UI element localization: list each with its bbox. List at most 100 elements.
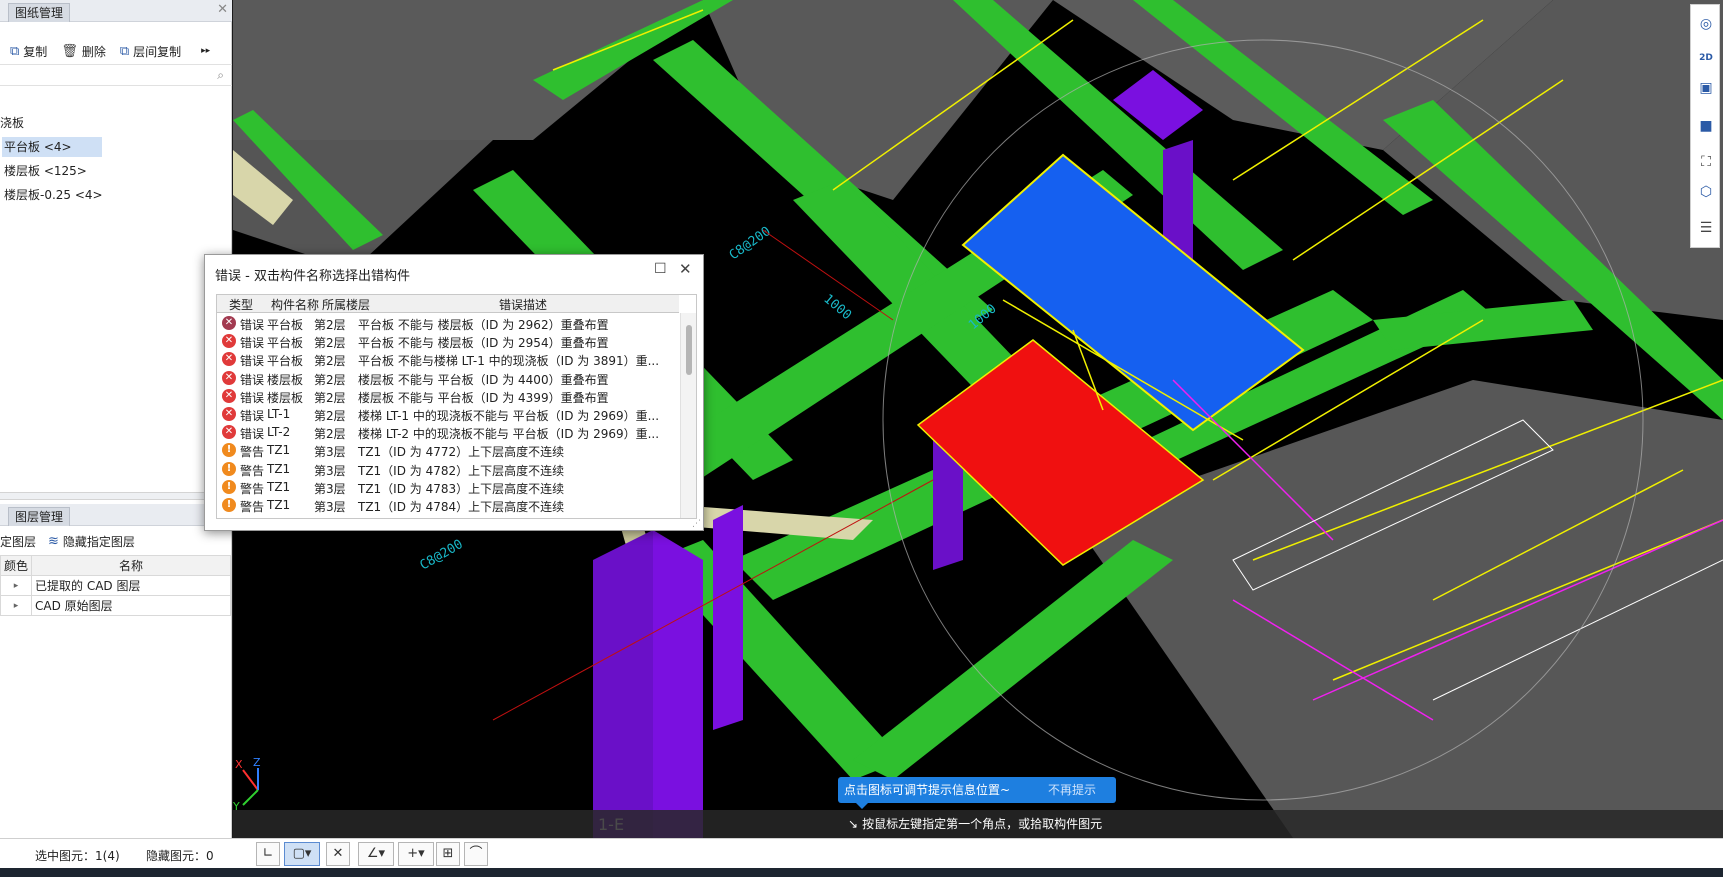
component-display-icon[interactable]: ⬡ bbox=[1695, 181, 1717, 203]
scrollbar-thumb[interactable] bbox=[686, 325, 692, 375]
copy-label: 复制 bbox=[23, 44, 48, 59]
layer-table: 颜色 名称 ▸ 已提取的 CAD 图层 ▸ CAD 原始图层 bbox=[0, 555, 231, 616]
error-icon: ✕ bbox=[222, 388, 236, 403]
layer-name: 已提取的 CAD 图层 bbox=[31, 575, 231, 596]
status-bar: 选中图元：1(4) 隐藏图元：0 ∟ ▢▾ ✕ ∠▾ +▾ ⊞ ⌒ bbox=[0, 838, 1723, 868]
layer-toolbar: 定图层 ≋ 隐藏指定图层 bbox=[0, 528, 232, 554]
table-row[interactable]: ! 警告 TZ1 第3层 TZ1（ID 为 4784）上下层高度不连续 bbox=[217, 495, 679, 515]
drawing-panel-tabbar: 图纸管理 ✕ bbox=[0, 0, 232, 22]
taskbar-strip bbox=[0, 868, 1723, 877]
command-prompt: ↘ 按鼠标左键指定第一个角点，或拾取构件图元 bbox=[848, 815, 1102, 832]
tip-bubble[interactable]: 点击图标可调节提示信息位置~ 不再提示 bbox=[838, 777, 1116, 809]
search-icon[interactable]: ⌕ bbox=[217, 68, 224, 83]
row-description: TZ1（ID 为 4784）上下层高度不连续 bbox=[358, 500, 565, 514]
show-layer-button[interactable]: 定图层 bbox=[0, 533, 36, 550]
floor-copy-label: 层间复制 bbox=[133, 44, 182, 59]
error-icon: ✕ bbox=[222, 316, 236, 330]
table-row[interactable]: ✕ 错误 平台板 第2层 平台板 不能与 楼层板（ID 为 2954）重叠布置 bbox=[217, 331, 679, 351]
maximize-icon[interactable]: ☐ bbox=[654, 261, 667, 277]
row-component-name[interactable]: TZ1 bbox=[267, 480, 290, 494]
selected-count: 选中图元：1(4) bbox=[35, 849, 120, 863]
dialog-title: 错误 - 双击构件名称选择出错构件 bbox=[215, 269, 410, 284]
resize-grip-icon[interactable]: ⋰ bbox=[692, 519, 701, 529]
table-row[interactable]: ▸ 已提取的 CAD 图层 bbox=[0, 575, 231, 596]
dismiss-tip-button[interactable]: 不再提示 bbox=[1048, 777, 1096, 803]
fullscreen-icon[interactable]: ⛶ bbox=[1695, 151, 1717, 173]
row-type: 警告 bbox=[240, 500, 265, 514]
box-select-icon[interactable]: ▢▾ bbox=[284, 842, 320, 866]
column-header-desc: 错误描述 bbox=[499, 298, 548, 312]
arc-icon[interactable]: ⌒ bbox=[464, 842, 488, 866]
row-component-name[interactable]: LT-1 bbox=[267, 407, 290, 421]
error-icon: ✕ bbox=[222, 334, 236, 349]
command-prompt-text: 按鼠标左键指定第一个角点，或拾取构件图元 bbox=[862, 817, 1103, 831]
row-component-name[interactable]: LT-2 bbox=[267, 425, 290, 439]
tab-layer-management[interactable]: 图层管理 bbox=[8, 507, 71, 526]
dynamic-input-icon[interactable]: ⊞ bbox=[436, 842, 460, 866]
delete-button[interactable]: 🗑 删除 bbox=[61, 43, 106, 60]
orbit-icon[interactable]: ◎ bbox=[1695, 13, 1717, 35]
view-2d-icon[interactable]: 2D bbox=[1695, 47, 1717, 69]
expand-icon[interactable]: ▸ bbox=[0, 575, 33, 596]
warning-icon: ! bbox=[222, 479, 236, 494]
layer-name: CAD 原始图层 bbox=[31, 595, 231, 616]
tree-item-slab[interactable]: 浇板 bbox=[0, 113, 24, 133]
expand-icon[interactable]: ▸ bbox=[0, 595, 33, 616]
table-row[interactable]: ✕ 错误 楼层板 第2层 楼层板 不能与 平台板（ID 为 4399）重叠布置 bbox=[217, 386, 679, 406]
layer-panel-tabbar: 图层管理 bbox=[0, 504, 232, 526]
delete-icon: 🗑 bbox=[61, 43, 78, 59]
table-row[interactable]: ✕ 错误 楼层板 第2层 楼层板 不能与 平台板（ID 为 4400）重叠布置 bbox=[217, 368, 679, 388]
svg-text:C8@200: C8@200 bbox=[418, 537, 466, 573]
tab-drawing-management[interactable]: 图纸管理 bbox=[8, 3, 71, 22]
axis-z-label: Z bbox=[253, 756, 261, 769]
tree-item-floor-slab[interactable]: 楼层板 <125> bbox=[4, 161, 87, 181]
scrollbar[interactable] bbox=[680, 313, 696, 518]
hidden-count: 隐藏图元：0 bbox=[146, 849, 214, 863]
view-3d-solid-icon[interactable]: ■ bbox=[1695, 115, 1717, 137]
table-row[interactable]: ! 警告 TZ1 第3层 TZ1（ID 为 4772）上下层高度不连续 bbox=[217, 440, 679, 460]
table-row[interactable]: ✕ 错误 LT-1 第2层 楼梯 LT-1 中的现浇板不能与 平台板（ID 为 2969… bbox=[217, 404, 679, 424]
row-component-name[interactable]: TZ1 bbox=[267, 443, 290, 457]
floor-copy-button[interactable]: ⧉ 层间复制 bbox=[120, 43, 181, 60]
angle-icon[interactable]: ∠▾ bbox=[358, 842, 394, 866]
cross-select-icon[interactable]: ✕ bbox=[326, 842, 350, 866]
close-icon[interactable]: ✕ bbox=[679, 260, 692, 278]
table-row[interactable]: ▸ CAD 原始图层 bbox=[0, 595, 231, 616]
warning-icon: ! bbox=[222, 461, 236, 476]
copy-icon: ⧉ bbox=[10, 43, 20, 59]
row-component-name[interactable]: TZ1 bbox=[267, 462, 290, 476]
panel-splitter[interactable] bbox=[0, 492, 232, 500]
hide-layer-label: 隐藏指定图层 bbox=[62, 534, 135, 549]
copy-button[interactable]: ⧉ 复制 bbox=[10, 43, 47, 60]
error-icon: ✕ bbox=[222, 407, 236, 421]
left-panel: 图纸管理 ✕ ⧉ 复制 🗑 删除 ⧉ 层间复制 ▸▸ ⌕ 浇板 平台板 <4> … bbox=[0, 0, 232, 838]
table-row[interactable]: ✕ 错误 LT-2 第2层 楼梯 LT-2 中的现浇板不能与 平台板（ID 为 2969… bbox=[217, 422, 679, 442]
error-table: 类型 构件名称 所属楼层 错误描述 ✕ 错误 平台板 第2层 平台板 不能与 楼层板（I… bbox=[216, 294, 697, 519]
table-row[interactable]: ! 警告 TZ1 第3层 TZ1（ID 为 4782）上下层高度不连续 bbox=[217, 459, 679, 479]
column-header-name: 构件名称 bbox=[271, 298, 320, 312]
axis-x-label: X bbox=[235, 758, 243, 771]
view-3d-box-icon[interactable]: ▣ bbox=[1695, 77, 1717, 99]
table-row[interactable]: ✕ 错误 平台板 第2层 平台板 不能与楼梯 LT-1 中的现浇板（ID 为 3891）… bbox=[217, 349, 679, 369]
table-row[interactable]: ! 警告 TZ1 第3层 TZ1（ID 为 4783）上下层高度不连续 bbox=[217, 477, 679, 497]
properties-icon[interactable]: ☰ bbox=[1695, 217, 1717, 239]
hide-layer-icon: ≋ bbox=[48, 533, 59, 549]
error-dialog[interactable]: 错误 - 双击构件名称选择出错构件 ☐ ✕ 类型 构件名称 所属楼层 错误描述 … bbox=[204, 254, 704, 531]
more-icon[interactable]: ▸▸ bbox=[201, 46, 210, 56]
ortho-icon[interactable]: ∟ bbox=[256, 842, 280, 866]
svg-text:1000: 1000 bbox=[820, 292, 854, 324]
close-icon[interactable]: ✕ bbox=[217, 2, 228, 17]
row-component-name[interactable]: TZ1 bbox=[267, 498, 290, 512]
column-header-floor: 所属楼层 bbox=[322, 298, 371, 312]
tree-item-platform-slab[interactable]: 平台板 <4> bbox=[2, 137, 102, 157]
snap-point-icon[interactable]: +▾ bbox=[398, 842, 434, 866]
hide-layer-button[interactable]: ≋ 隐藏指定图层 bbox=[48, 533, 135, 550]
drawing-toolbar: ⧉ 复制 🗑 删除 ⧉ 层间复制 ▸▸ bbox=[0, 38, 232, 64]
table-row[interactable]: ✕ 错误 平台板 第2层 平台板 不能与 楼层板（ID 为 2962）重叠布置 bbox=[217, 313, 679, 333]
search-input[interactable]: ⌕ bbox=[0, 64, 232, 86]
delete-label: 删除 bbox=[81, 44, 106, 59]
cursor-arrow-icon: ↘ bbox=[848, 817, 859, 831]
tip-text: 点击图标可调节提示信息位置~ bbox=[844, 783, 1011, 797]
tree-item-floor-slab-025[interactable]: 楼层板-0.25 <4> bbox=[4, 185, 103, 205]
floor-copy-icon: ⧉ bbox=[119, 43, 130, 59]
